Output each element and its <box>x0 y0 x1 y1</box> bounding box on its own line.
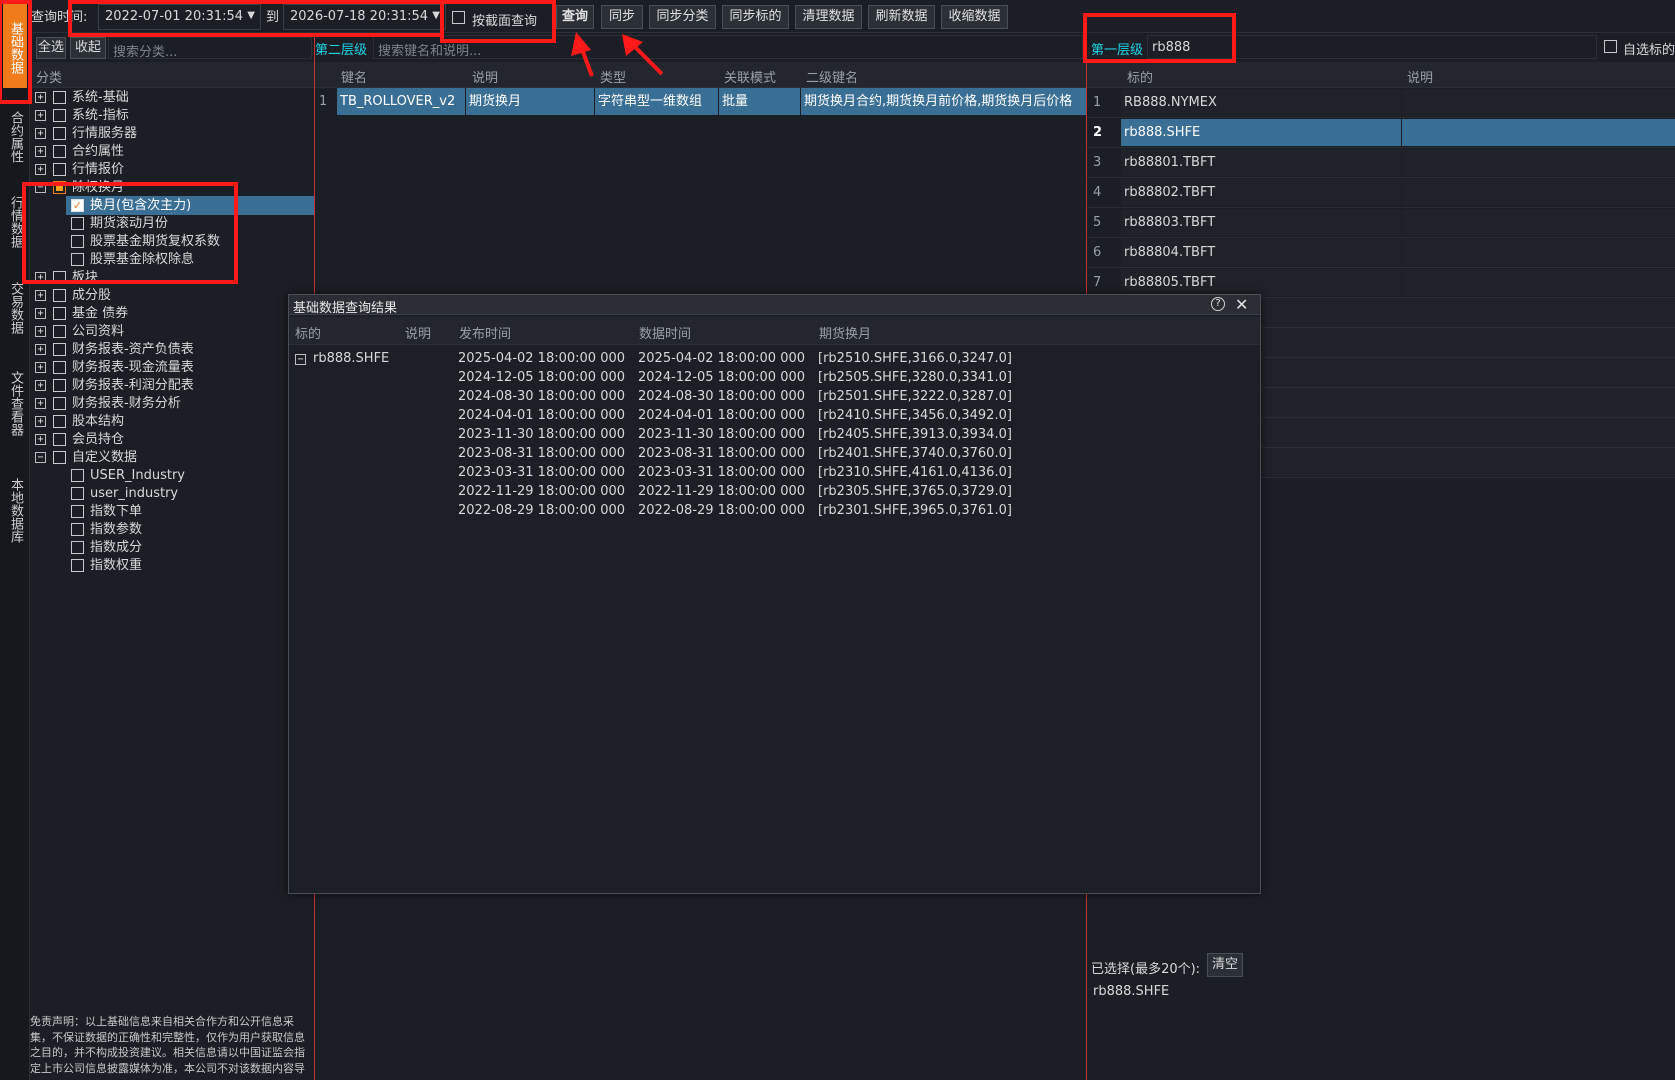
arrow-to-sync-button <box>622 34 664 76</box>
annotation-arrows <box>571 32 664 77</box>
arrow-to-query-button <box>571 32 594 77</box>
